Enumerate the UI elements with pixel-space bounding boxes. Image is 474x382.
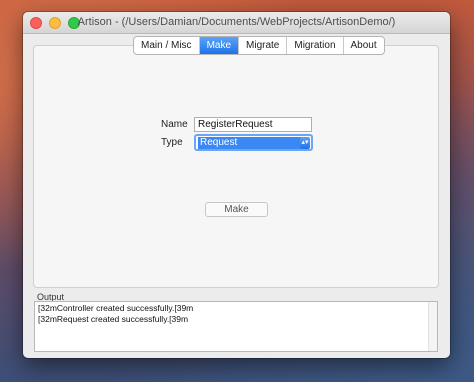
name-input[interactable] (194, 117, 312, 132)
type-select[interactable]: Request ▴▾ (194, 134, 313, 151)
window-title: Artison - (/Users/Damian/Documents/WebPr… (77, 16, 396, 28)
type-selected-value: Request (198, 137, 301, 149)
name-label: Name (161, 119, 188, 130)
output-textarea[interactable]: [32mController created successfully.[39m… (34, 301, 438, 352)
tab-migrate[interactable]: Migrate (239, 37, 288, 54)
type-label: Type (161, 137, 183, 148)
make-pane: Name Type Request ▴▾ Make (33, 45, 439, 288)
app-window: Artison - (/Users/Damian/Documents/WebPr… (23, 12, 450, 358)
tab-migration[interactable]: Migration (287, 37, 344, 54)
output-scrollbar[interactable] (428, 302, 437, 351)
tab-bar: Main / Misc Make Migrate Migration About (133, 36, 385, 55)
tab-main-misc[interactable]: Main / Misc (134, 37, 200, 54)
chevron-updown-icon: ▴▾ (300, 137, 310, 149)
tab-about[interactable]: About (344, 37, 384, 54)
output-line: [32mRequest created successfully.[39m (38, 314, 189, 324)
tab-make[interactable]: Make (199, 37, 240, 54)
make-button[interactable]: Make (205, 202, 268, 217)
title-bar: Artison - (/Users/Damian/Documents/WebPr… (23, 12, 450, 34)
